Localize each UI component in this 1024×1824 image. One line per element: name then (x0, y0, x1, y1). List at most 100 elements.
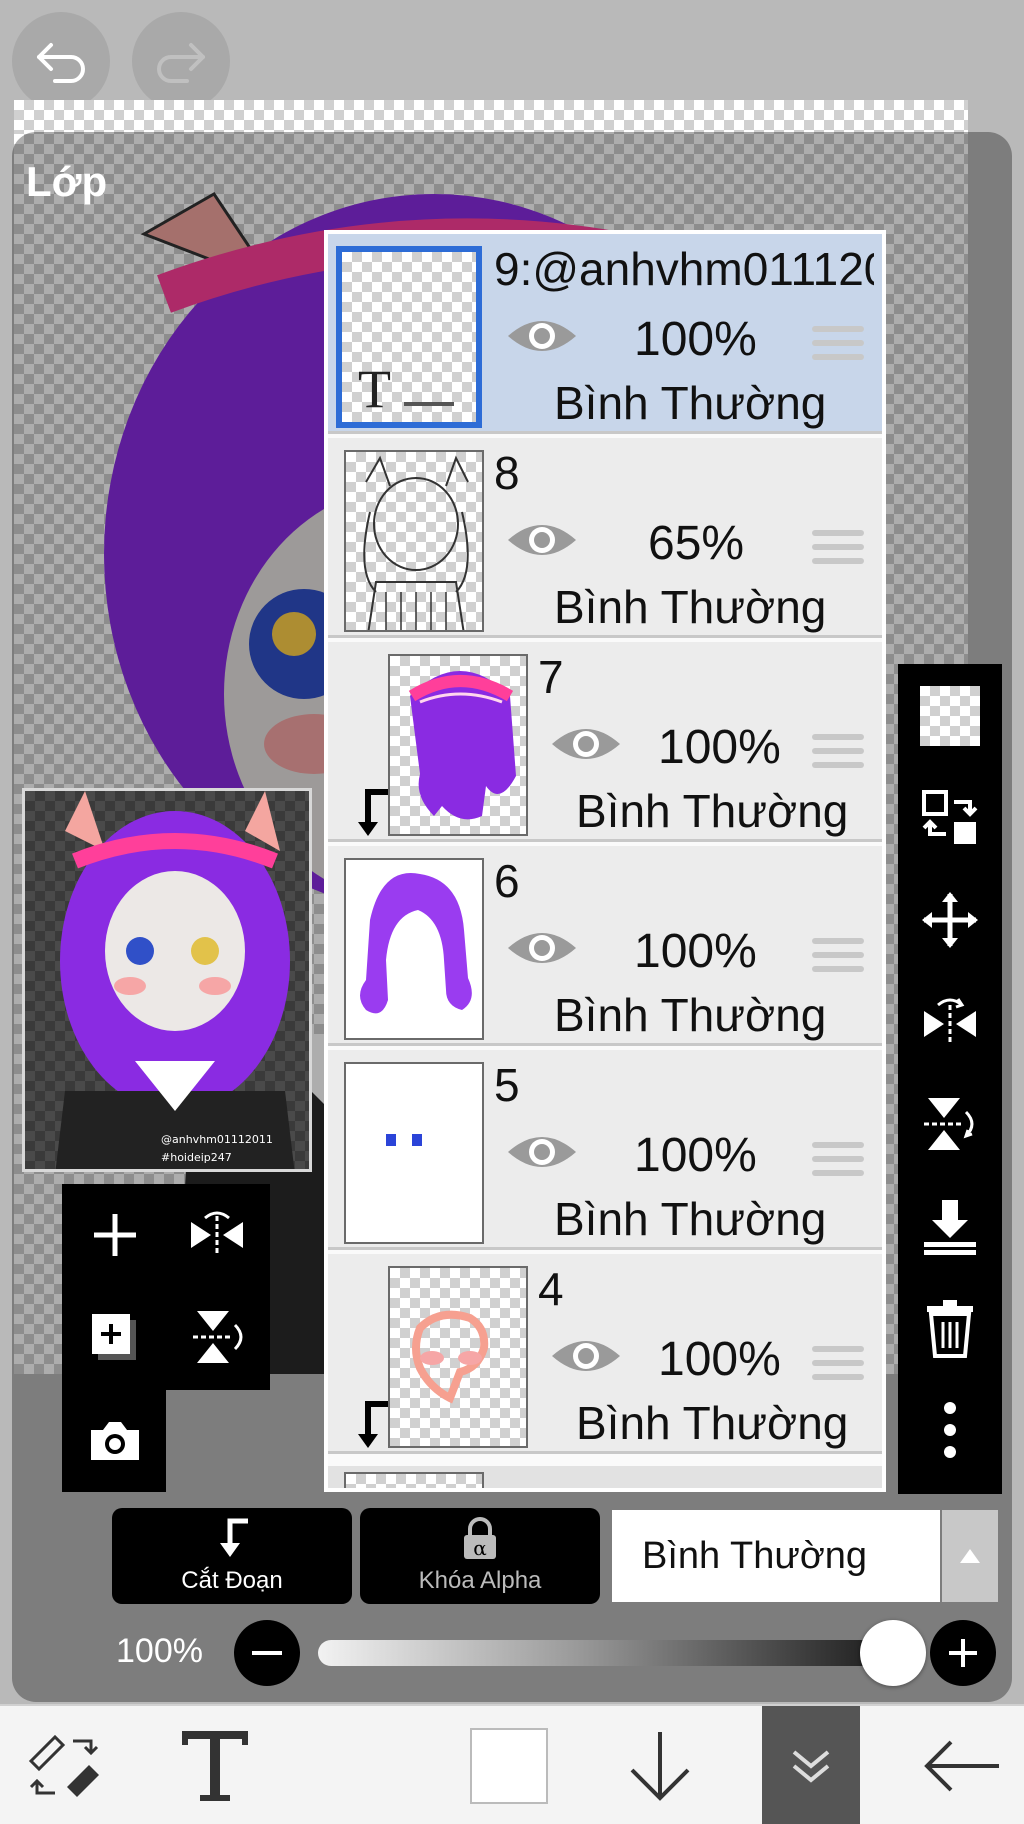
layer-list[interactable]: T 9:@anhvhm011120 100% Bình Thường 8 65%… (324, 230, 886, 1492)
clipping-button[interactable]: Cắt Đoạn (112, 1508, 352, 1604)
layer-opacity: 100% (658, 1333, 781, 1386)
drag-handle-icon[interactable] (812, 1346, 864, 1386)
merge-down-icon (924, 1200, 976, 1255)
layer-blend-mode: Bình Thường (554, 1193, 827, 1245)
layer-name: 4 (538, 1263, 564, 1315)
layer-name: 6 (494, 855, 520, 907)
layer-opacity: 65% (648, 517, 745, 570)
clipping-arrow-icon (220, 1518, 248, 1557)
layer-opacity: 100% (634, 313, 757, 366)
text-tool-icon (182, 1731, 248, 1801)
back-button[interactable] (906, 1706, 1016, 1824)
flip-horizontal-icon (924, 998, 976, 1045)
clipping-arrow-icon (358, 789, 388, 836)
flip-horizontal-button[interactable] (898, 972, 1002, 1072)
blend-mode-select[interactable]: Bình Thường (612, 1510, 940, 1602)
opacity-increase-button[interactable] (930, 1620, 996, 1686)
opacity-slider[interactable] (318, 1640, 892, 1666)
layer-name: 5 (494, 1059, 520, 1111)
add-layer-icon (94, 1214, 136, 1256)
add-layer-button[interactable] (70, 1190, 160, 1280)
flip-vertical-button[interactable] (898, 1074, 1002, 1174)
swap-layer-button[interactable] (898, 768, 1002, 868)
eye-icon[interactable] (506, 926, 578, 970)
back-arrow-icon (924, 1740, 999, 1792)
layer-thumbnail (388, 654, 528, 836)
layer-row-5[interactable]: 5 100% Bình Thường (328, 1050, 882, 1250)
blend-mode-dropdown-button[interactable] (942, 1510, 998, 1602)
right-toolbar (898, 664, 1002, 1494)
collapse-icon (792, 1750, 830, 1783)
camera-icon (91, 1422, 139, 1460)
eye-icon[interactable] (550, 1334, 622, 1378)
layer-name: 9:@anhvhm011120 (494, 243, 874, 295)
hair-purple-thumbnail (360, 872, 472, 1014)
camera-button[interactable] (70, 1396, 160, 1486)
drag-handle-icon[interactable] (812, 530, 864, 570)
layer-row-4[interactable]: 4 100% Bình Thường (328, 1254, 882, 1454)
brush-eraser-swap-icon (28, 1734, 99, 1797)
redo-icon (157, 43, 205, 83)
drag-handle-icon[interactable] (812, 326, 864, 366)
drag-handle-icon[interactable] (812, 1142, 864, 1182)
hair-highlight-thumbnail (408, 671, 516, 820)
eyes-thumbnail (386, 1134, 422, 1146)
transparency-button[interactable] (898, 666, 1002, 766)
text-layer-icon: T (358, 359, 391, 419)
layer-row-8[interactable]: 8 65% Bình Thường (328, 438, 882, 638)
arrow-down-icon (630, 1732, 690, 1801)
duplicate-layer-button[interactable] (70, 1292, 160, 1382)
opacity-value: 100% (116, 1632, 203, 1670)
chevron-up-icon (960, 1549, 980, 1563)
layer-thumbnail (344, 1472, 484, 1488)
trash-icon (927, 1300, 973, 1358)
flip-horizontal-button[interactable] (172, 1190, 262, 1280)
clipping-label: Cắt Đoạn (181, 1567, 283, 1594)
swap-layer-icon (922, 790, 978, 844)
flip-horizontal-icon (191, 1211, 243, 1254)
eye-icon[interactable] (550, 722, 622, 766)
skin-blush-thumbnail (412, 1310, 489, 1404)
layer-row-6[interactable]: 6 100% Bình Thường (328, 846, 882, 1046)
preview-caption-1: @anhvhm01112011 (161, 1133, 273, 1146)
delete-layer-button[interactable] (898, 1278, 1002, 1378)
layer-blend-mode: Bình Thường (554, 377, 827, 429)
redo-button[interactable] (132, 12, 230, 110)
preview-artwork (55, 791, 295, 1169)
color-button[interactable] (466, 1706, 552, 1824)
layer-down-button[interactable] (610, 1706, 710, 1824)
layer-row-7[interactable]: 7 100% Bình Thường (328, 642, 882, 842)
text-tool-button[interactable] (160, 1706, 270, 1824)
thumb-text-line (404, 402, 454, 406)
layer-opacity: 100% (658, 721, 781, 774)
collapse-panel-button[interactable] (762, 1706, 860, 1824)
eye-icon[interactable] (506, 314, 578, 358)
layer-thumbnail (344, 858, 484, 1040)
layer-blend-mode: Bình Thường (554, 581, 827, 633)
layer-opacity: 100% (634, 1129, 757, 1182)
opacity-decrease-button[interactable] (234, 1620, 300, 1686)
move-icon (922, 892, 978, 948)
drag-handle-icon[interactable] (812, 734, 864, 774)
merge-down-button[interactable] (898, 1176, 1002, 1276)
layer-name: 8 (494, 447, 520, 499)
flip-vertical-button[interactable] (172, 1292, 262, 1382)
eye-icon[interactable] (506, 1130, 578, 1174)
eye-icon[interactable] (506, 518, 578, 562)
layer-thumbnail (388, 1266, 528, 1448)
alpha-lock-button[interactable]: α Khóa Alpha (360, 1508, 600, 1604)
layer-blend-mode: Bình Thường (576, 785, 849, 837)
move-button[interactable] (898, 870, 1002, 970)
layer-name: 7 (538, 651, 564, 703)
flip-vertical-icon (924, 1098, 974, 1150)
undo-icon (37, 43, 85, 83)
drag-handle-icon[interactable] (812, 938, 864, 978)
flip-vertical-icon (193, 1311, 243, 1363)
more-button[interactable] (898, 1380, 1002, 1480)
opacity-slider-thumb[interactable] (860, 1620, 926, 1686)
undo-button[interactable] (12, 12, 110, 110)
layer-row-9[interactable]: T 9:@anhvhm011120 100% Bình Thường (328, 234, 882, 434)
more-icon (944, 1402, 956, 1458)
plus-icon (949, 1639, 977, 1667)
brush-eraser-toggle[interactable] (10, 1706, 120, 1824)
